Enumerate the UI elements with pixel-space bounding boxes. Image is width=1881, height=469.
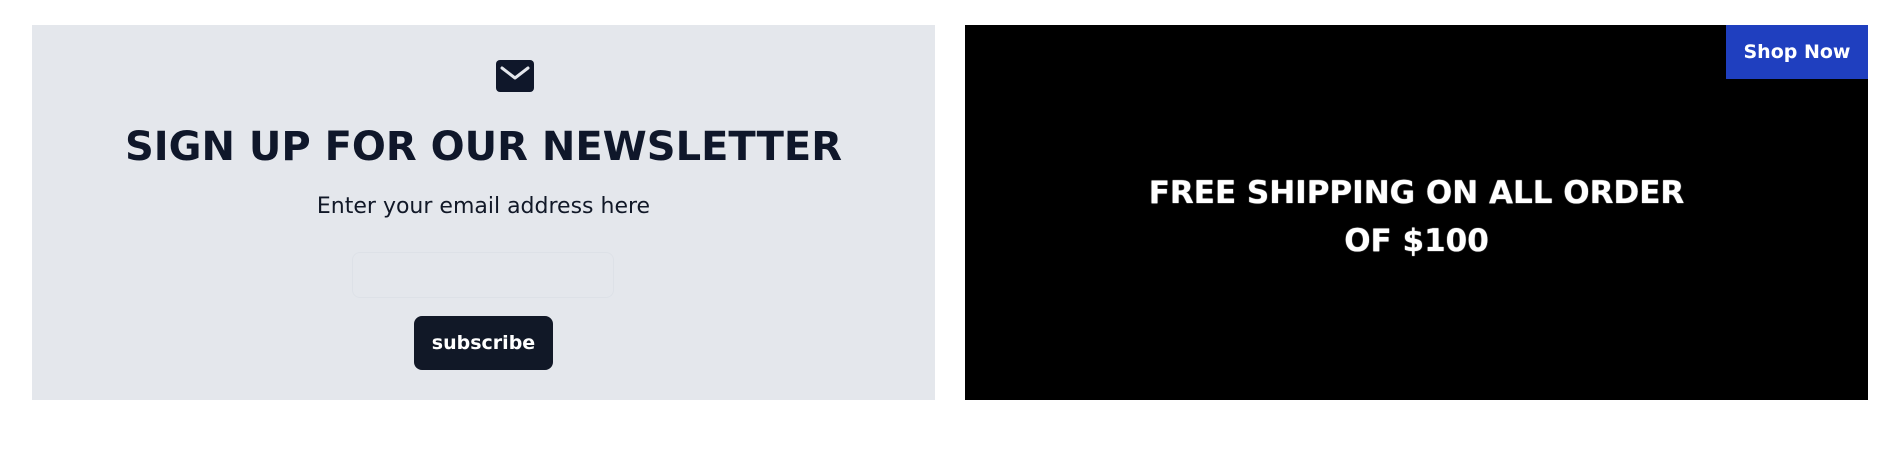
promo-line-2: OF $100 bbox=[1344, 223, 1489, 259]
newsletter-panel: SIGN UP FOR OUR NEWSLETTER Enter your em… bbox=[32, 25, 935, 400]
newsletter-title: SIGN UP FOR OUR NEWSLETTER bbox=[124, 124, 843, 170]
promo-banner: Shop Now FREE SHIPPING ON ALL ORDER OF $… bbox=[965, 25, 1868, 400]
shop-now-button[interactable]: Shop Now bbox=[1726, 25, 1868, 79]
email-field[interactable] bbox=[352, 252, 614, 298]
promo-headline: FREE SHIPPING ON ALL ORDER OF $100 bbox=[965, 169, 1868, 265]
mail-icon bbox=[496, 60, 534, 92]
newsletter-subtitle: Enter your email address here bbox=[316, 194, 651, 219]
subscribe-button[interactable]: subscribe bbox=[414, 316, 553, 370]
page: SIGN UP FOR OUR NEWSLETTER Enter your em… bbox=[0, 0, 1881, 469]
promo-line-1: FREE SHIPPING ON ALL ORDER bbox=[1148, 175, 1685, 211]
